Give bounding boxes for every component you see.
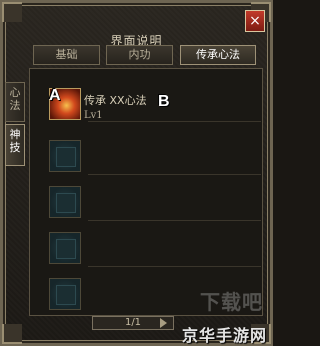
row-divider <box>88 121 261 122</box>
frame-corner <box>2 2 22 22</box>
skill-slot-empty[interactable] <box>49 278 81 310</box>
page-next-button[interactable] <box>160 318 167 328</box>
frame-corner <box>2 324 22 344</box>
skill-slot-empty[interactable] <box>49 140 81 172</box>
tab-inner-power[interactable]: 内功 <box>106 45 173 65</box>
row-divider <box>88 220 261 221</box>
skill-slot-empty[interactable] <box>49 232 81 264</box>
marker-a: A <box>49 87 61 104</box>
skill-slot-empty[interactable] <box>49 186 81 218</box>
watermark-download: 下载吧 <box>200 290 263 314</box>
row-divider <box>88 174 261 175</box>
close-button[interactable]: × <box>245 10 265 32</box>
skill-level: Lv1 <box>84 110 103 121</box>
side-tab-label: 心法 <box>9 86 21 112</box>
tab-basic[interactable]: 基础 <box>33 45 100 65</box>
top-tabs: 基础 内功 传承心法 <box>33 45 256 65</box>
skill-name: 传承 XX心法 <box>84 94 147 107</box>
tab-inheritance[interactable]: 传承心法 <box>180 45 256 65</box>
watermark-site: 京华手游网 <box>181 326 267 345</box>
side-tab-divine-skill[interactable]: 神技 <box>5 124 25 166</box>
side-tab-mind-method[interactable]: 心法 <box>5 82 25 122</box>
marker-b: B <box>158 93 170 110</box>
side-tab-label: 神技 <box>9 128 21 154</box>
row-divider <box>88 266 261 267</box>
